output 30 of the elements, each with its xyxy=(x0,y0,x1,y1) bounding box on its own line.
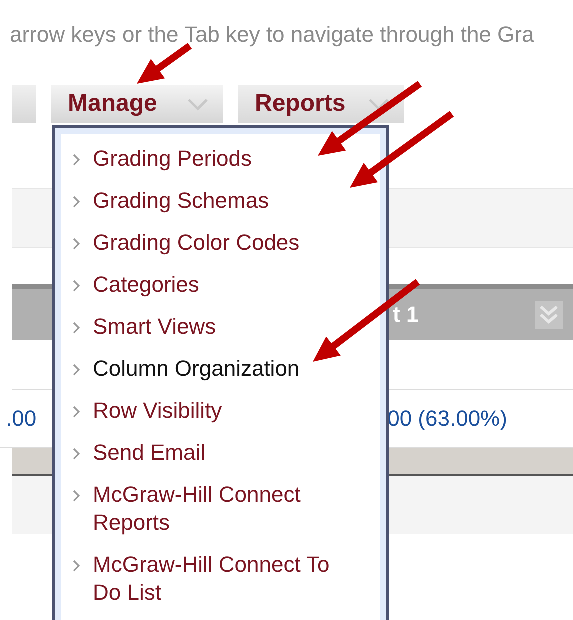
column-header: t 1 xyxy=(393,301,419,329)
menu-item[interactable]: McGraw-Hill Connect Reports xyxy=(73,481,355,537)
chevron-right-icon xyxy=(73,490,81,502)
chevron-down-icon xyxy=(368,98,390,112)
menu-item[interactable]: Grading Periods xyxy=(73,145,355,173)
menu-item[interactable]: Grading Color Codes xyxy=(73,229,355,257)
table-cell-text: .00 xyxy=(6,405,37,433)
chevron-right-icon xyxy=(73,196,81,208)
menu-item[interactable]: Row Visibility xyxy=(73,397,355,425)
chevron-right-icon xyxy=(73,280,81,292)
menu-item[interactable]: Send Email xyxy=(73,439,355,467)
chevron-right-icon xyxy=(73,448,81,460)
chevron-right-icon xyxy=(73,238,81,250)
tab-button[interactable]: Reports xyxy=(238,85,404,123)
chevron-right-icon xyxy=(73,154,81,166)
chevron-right-icon xyxy=(73,406,81,418)
chevron-right-icon xyxy=(73,322,81,334)
tab-button[interactable] xyxy=(12,85,36,123)
instructions-text: arrow keys or the Tab key to navigate through the Gra xyxy=(10,21,534,49)
chevron-right-icon xyxy=(73,364,81,376)
menu-item[interactable]: Grading Schemas xyxy=(73,187,355,215)
menu-item[interactable]: Column Organization xyxy=(73,355,355,383)
chevron-right-icon xyxy=(73,560,81,572)
collapse-icon[interactable] xyxy=(535,300,563,328)
tab-button[interactable]: Manage xyxy=(51,85,223,123)
chevron-down-icon xyxy=(187,98,209,112)
menu-item[interactable]: Smart Views xyxy=(73,313,355,341)
menu-item[interactable]: Categories xyxy=(73,271,355,299)
menu-item[interactable]: McGraw-Hill Connect To Do List xyxy=(73,551,355,607)
table-cell-text: 00 (63.00%) xyxy=(388,405,508,433)
